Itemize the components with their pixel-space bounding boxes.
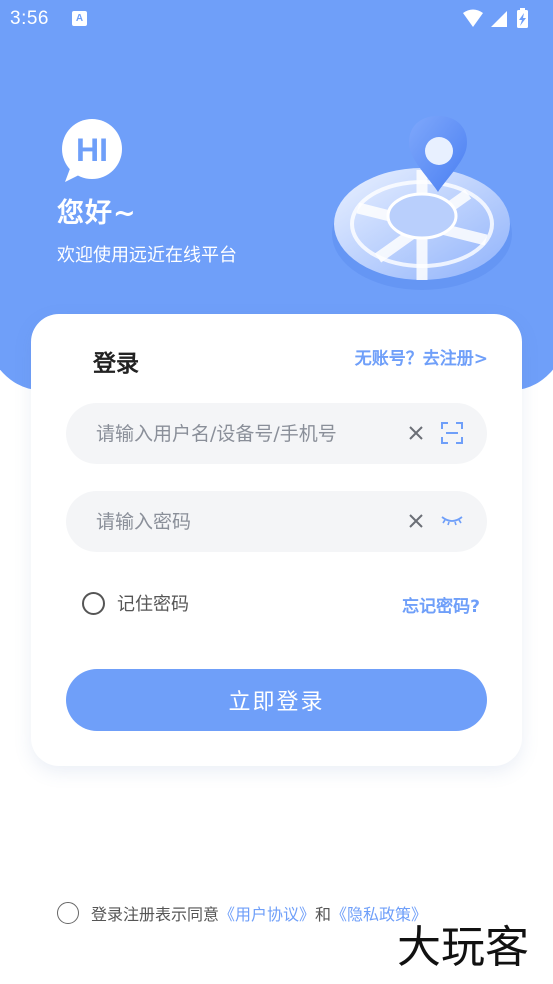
- watermark-text: 大玩客: [397, 922, 529, 973]
- watermark-logo: 大玩客 大玩客: [375, 912, 550, 977]
- remember-label: 记住密码: [117, 594, 189, 615]
- user-agreement-link[interactable]: 《用户协议》: [219, 901, 315, 925]
- remember-radio[interactable]: [82, 591, 105, 615]
- agreement-row: 登录注册表示同意 《用户协议》 和 《隐私政策》: [57, 901, 427, 925]
- login-button[interactable]: 立即登录: [66, 669, 487, 731]
- scan-icon[interactable]: [440, 421, 464, 445]
- password-field: [66, 491, 487, 552]
- register-link[interactable]: 无账号？去注册>: [355, 344, 488, 369]
- status-icons: [461, 7, 539, 35]
- greeting-title: 您好~: [57, 198, 137, 229]
- password-input[interactable]: [96, 491, 396, 552]
- close-icon[interactable]: [406, 423, 426, 443]
- logo-text: HI: [76, 132, 108, 168]
- status-time: 3:56: [10, 8, 49, 29]
- battery-icon: [517, 8, 528, 28]
- login-title: 登录: [93, 351, 139, 377]
- hi-logo: HI: [57, 118, 127, 184]
- location-pin-illustration: [328, 112, 518, 292]
- notification-a-icon: A: [72, 11, 87, 26]
- forgot-password-link[interactable]: 忘记密码?: [402, 592, 480, 617]
- greeting-subtitle: 欢迎使用远近在线平台: [57, 245, 237, 266]
- username-field: [66, 403, 487, 464]
- wifi-icon: [463, 9, 483, 27]
- remember-password-option[interactable]: 记住密码: [82, 590, 189, 616]
- eye-closed-icon[interactable]: [440, 513, 464, 529]
- status-bar: 3:56 A: [0, 0, 553, 38]
- agreement-prefix: 登录注册表示同意: [91, 905, 220, 924]
- login-card: 登录 无账号？去注册> 记住密码 忘记密码? 立即登录: [31, 314, 522, 766]
- signal-icon: [491, 11, 507, 27]
- agreement-conjunction: 和: [315, 905, 332, 924]
- username-input[interactable]: [96, 403, 396, 464]
- close-icon[interactable]: [406, 511, 426, 531]
- agreement-radio[interactable]: [57, 902, 79, 924]
